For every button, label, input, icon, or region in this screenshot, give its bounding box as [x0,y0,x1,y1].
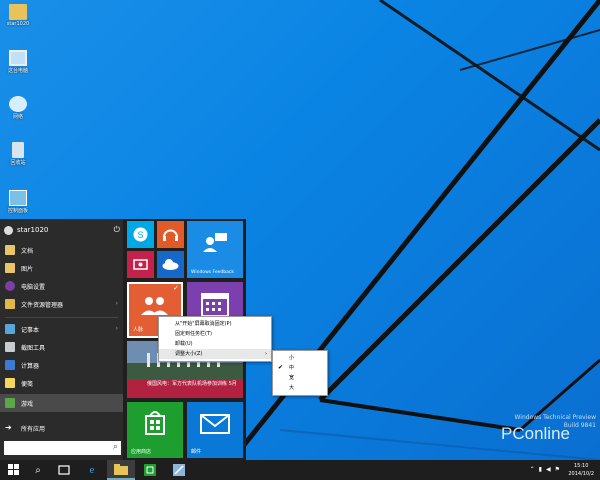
resize-option-small[interactable]: 小 [273,353,327,363]
chevron-right-icon: › [265,351,267,357]
menu-item-documents[interactable]: 文档 [0,241,123,259]
notepad-icon [5,324,15,334]
game-controller-icon [5,398,15,408]
desktop-icon-network[interactable]: 网络 [0,96,36,120]
resize-option-medium[interactable]: ✔ 中 [273,363,327,373]
context-item-resize[interactable]: 调整大小(Z) › [159,349,271,359]
monitor-icon [9,50,27,66]
network-icon [9,96,27,112]
search-input[interactable]: ⌕ [4,441,121,455]
documents-icon [5,245,15,255]
taskbar-clock[interactable]: 15:10 2014/10/2 [568,462,594,478]
task-view-button[interactable] [50,460,78,480]
desktop-icon-this-pc[interactable]: 这台电脑 [0,50,36,74]
taskbar-search-button[interactable]: ⌕ [24,460,52,480]
tile-skype[interactable]: S [127,221,154,248]
gear-icon [5,281,15,291]
watermark-edition: Windows Technical Preview [514,414,596,421]
menu-item-snipping-tool[interactable]: 截图工具 [0,338,123,356]
checkmark-icon: ✓ [173,284,179,292]
windows-logo-icon [8,464,19,475]
taskbar-ie[interactable]: e [78,460,106,480]
flag-icon[interactable]: ⚑ [555,466,560,473]
taskbar-store[interactable] [136,460,164,480]
svg-text:S: S [137,230,143,240]
menu-divider [5,317,118,318]
folder-icon [114,463,128,475]
resize-submenu: 小 ✔ 中 宽 大 [272,350,328,396]
tile-onedrive[interactable] [157,251,184,278]
volume-icon[interactable]: ◀ [546,466,551,473]
mail-icon [200,414,230,434]
tile-video[interactable] [127,251,154,278]
app-icon [173,464,185,476]
desktop-icon-recycle-bin[interactable]: 回收站 [0,142,36,166]
avatar-icon [4,225,13,235]
site-brand-logo: PConline [501,424,570,443]
tile-windows-feedback[interactable]: Windows Feedback [187,221,243,278]
task-view-icon [58,465,70,475]
power-icon[interactable]: ⏻ [114,225,120,235]
search-icon: ⌕ [112,442,118,452]
system-tray: ⌃ ▮ ◀ ⚑ [530,466,560,473]
cloud-icon [162,259,179,270]
checkmark-icon: ✔ [278,364,284,371]
context-item-unpin[interactable]: 从"开始"屏幕取消固定(P) [159,319,271,329]
user-account[interactable]: star1020 ⏻ [4,223,122,237]
network-icon[interactable]: ▮ [539,466,542,473]
menu-item-games[interactable]: 游戏 [0,394,123,412]
pictures-icon [5,263,15,273]
menu-item-pictures[interactable]: 图片 [0,259,123,277]
menu-item-all-apps[interactable]: ➔ 所有应用 [0,419,123,437]
control-panel-icon [9,190,27,206]
arrow-right-icon: ➔ [5,423,12,432]
menu-item-notepad[interactable]: 记事本 › [0,320,123,338]
video-icon [133,259,148,270]
taskbar-app[interactable] [165,460,193,480]
internet-explorer-icon: e [89,464,95,476]
sticky-note-icon [5,378,15,388]
tile-mail[interactable]: 邮件 [187,402,243,458]
taskbar: ⌕ e ⌃ ▮ ◀ ⚑ 15:10 2014/10/2 [0,460,600,480]
desktop-icon-user-folder[interactable]: star1020 [0,4,36,27]
resize-option-large[interactable]: 大 [273,383,327,393]
clock-time: 15:10 [573,463,589,469]
store-icon [144,464,156,476]
feedback-icon [203,233,227,252]
resize-option-wide[interactable]: 宽 [273,373,327,383]
store-icon [145,411,165,435]
context-item-pin-taskbar[interactable]: 固定到任务栏(T) [159,329,271,339]
folder-icon [9,4,27,20]
menu-item-file-explorer[interactable]: 文件资源管理器 › [0,295,123,313]
calculator-icon [5,360,15,370]
chevron-up-icon[interactable]: ⌃ [530,466,535,473]
menu-item-sticky-notes[interactable]: 便笺 [0,374,123,392]
recycle-bin-icon [12,142,24,158]
skype-icon: S [133,227,148,242]
context-item-uninstall[interactable]: 卸载(U) [159,339,271,349]
chevron-right-icon: › [115,325,118,332]
menu-item-calculator[interactable]: 计算器 [0,356,123,374]
tile-context-menu: 从"开始"屏幕取消固定(P) 固定到任务栏(T) 卸载(U) 调整大小(Z) › [158,316,272,362]
search-icon: ⌕ [35,464,41,476]
start-menu-left-pane: star1020 ⏻ 文档 图片 电脑设置 文件资源管理器 › 记事本 › 截图… [0,219,123,460]
clock-date: 2014/10/2 [568,471,594,477]
tile-music[interactable] [157,221,184,248]
menu-item-pc-settings[interactable]: 电脑设置 [0,277,123,295]
desktop-icon-control-panel[interactable]: 控制面板 [0,190,36,214]
headphones-icon [163,229,178,241]
tile-store[interactable]: 应用商店 [127,402,183,458]
taskbar-file-explorer[interactable] [107,460,135,480]
chevron-right-icon: › [115,300,118,307]
scissors-icon [5,342,15,352]
folder-icon [5,299,15,309]
